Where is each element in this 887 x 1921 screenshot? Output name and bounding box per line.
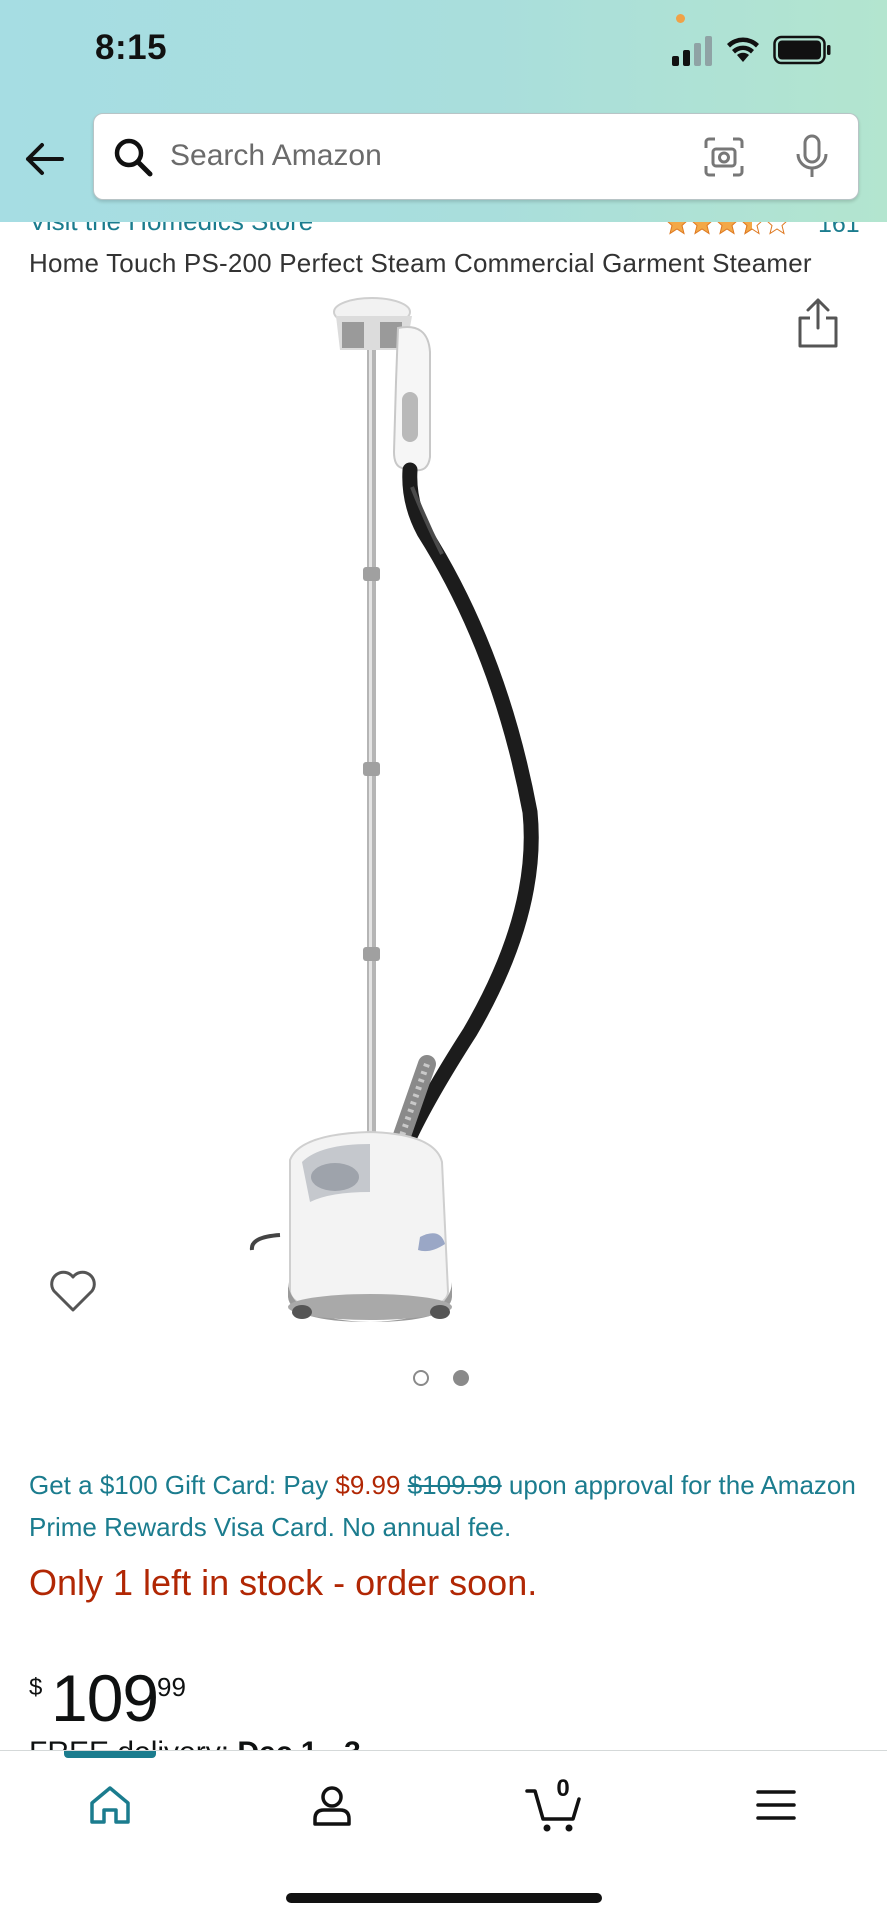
product-detail-content: Visit the Homedics Store 161 Home Touch …	[0, 0, 887, 1750]
back-arrow-icon[interactable]	[22, 136, 68, 182]
search-input[interactable]: Search Amazon	[170, 139, 382, 173]
search-bar[interactable]: Search Amazon	[93, 113, 859, 200]
carousel-dot-active[interactable]	[453, 1370, 469, 1386]
tab-home[interactable]	[70, 1775, 150, 1845]
search-icon	[114, 138, 153, 177]
camera-icon[interactable]	[703, 136, 745, 178]
menu-icon	[756, 1790, 796, 1820]
tab-account[interactable]	[292, 1775, 372, 1845]
promo-original-price: $109.99	[407, 1470, 502, 1500]
signal-icon	[672, 36, 712, 66]
status-time: 8:15	[95, 28, 168, 67]
account-icon	[313, 1786, 351, 1826]
battery-icon	[773, 35, 831, 65]
cart-icon	[525, 1789, 581, 1832]
garment-steamer-image[interactable]	[230, 292, 650, 1322]
credit-card-promo[interactable]: Get a $100 Gift Card: Pay $9.99 $109.99 …	[29, 1464, 859, 1548]
price-symbol: $	[29, 1674, 43, 1701]
share-icon[interactable]	[796, 296, 840, 350]
app-header: 8:15 Search Amazon	[0, 0, 887, 222]
stock-message: Only 1 left in stock - order soon.	[29, 1562, 538, 1603]
active-tab-indicator	[64, 1751, 156, 1758]
price-fraction: 99	[157, 1672, 186, 1702]
home-indicator	[286, 1893, 602, 1903]
heart-icon[interactable]	[48, 1268, 98, 1314]
delivery-dates: Dec 1 - 3	[237, 1736, 360, 1750]
delivery-label: FREE delivery	[29, 1736, 221, 1750]
promo-pay-price: $9.99	[335, 1470, 401, 1500]
privacy-indicator-dot	[676, 14, 685, 23]
mic-icon[interactable]	[794, 134, 830, 180]
wifi-icon	[727, 37, 759, 62]
product-title: Home Touch PS-200 Perfect Steam Commerci…	[29, 248, 812, 278]
home-icon	[90, 1786, 130, 1824]
tab-cart[interactable]: 0	[515, 1775, 595, 1845]
price-whole: 109	[51, 1661, 159, 1735]
promo-prefix: Get a $100 Gift Card: Pay	[29, 1470, 329, 1500]
tab-menu[interactable]	[736, 1775, 816, 1845]
carousel-dot[interactable]	[413, 1370, 429, 1386]
delivery-info: FREE delivery: Dec 1 - 3	[29, 1736, 361, 1750]
image-carousel-dots[interactable]	[411, 1368, 475, 1390]
